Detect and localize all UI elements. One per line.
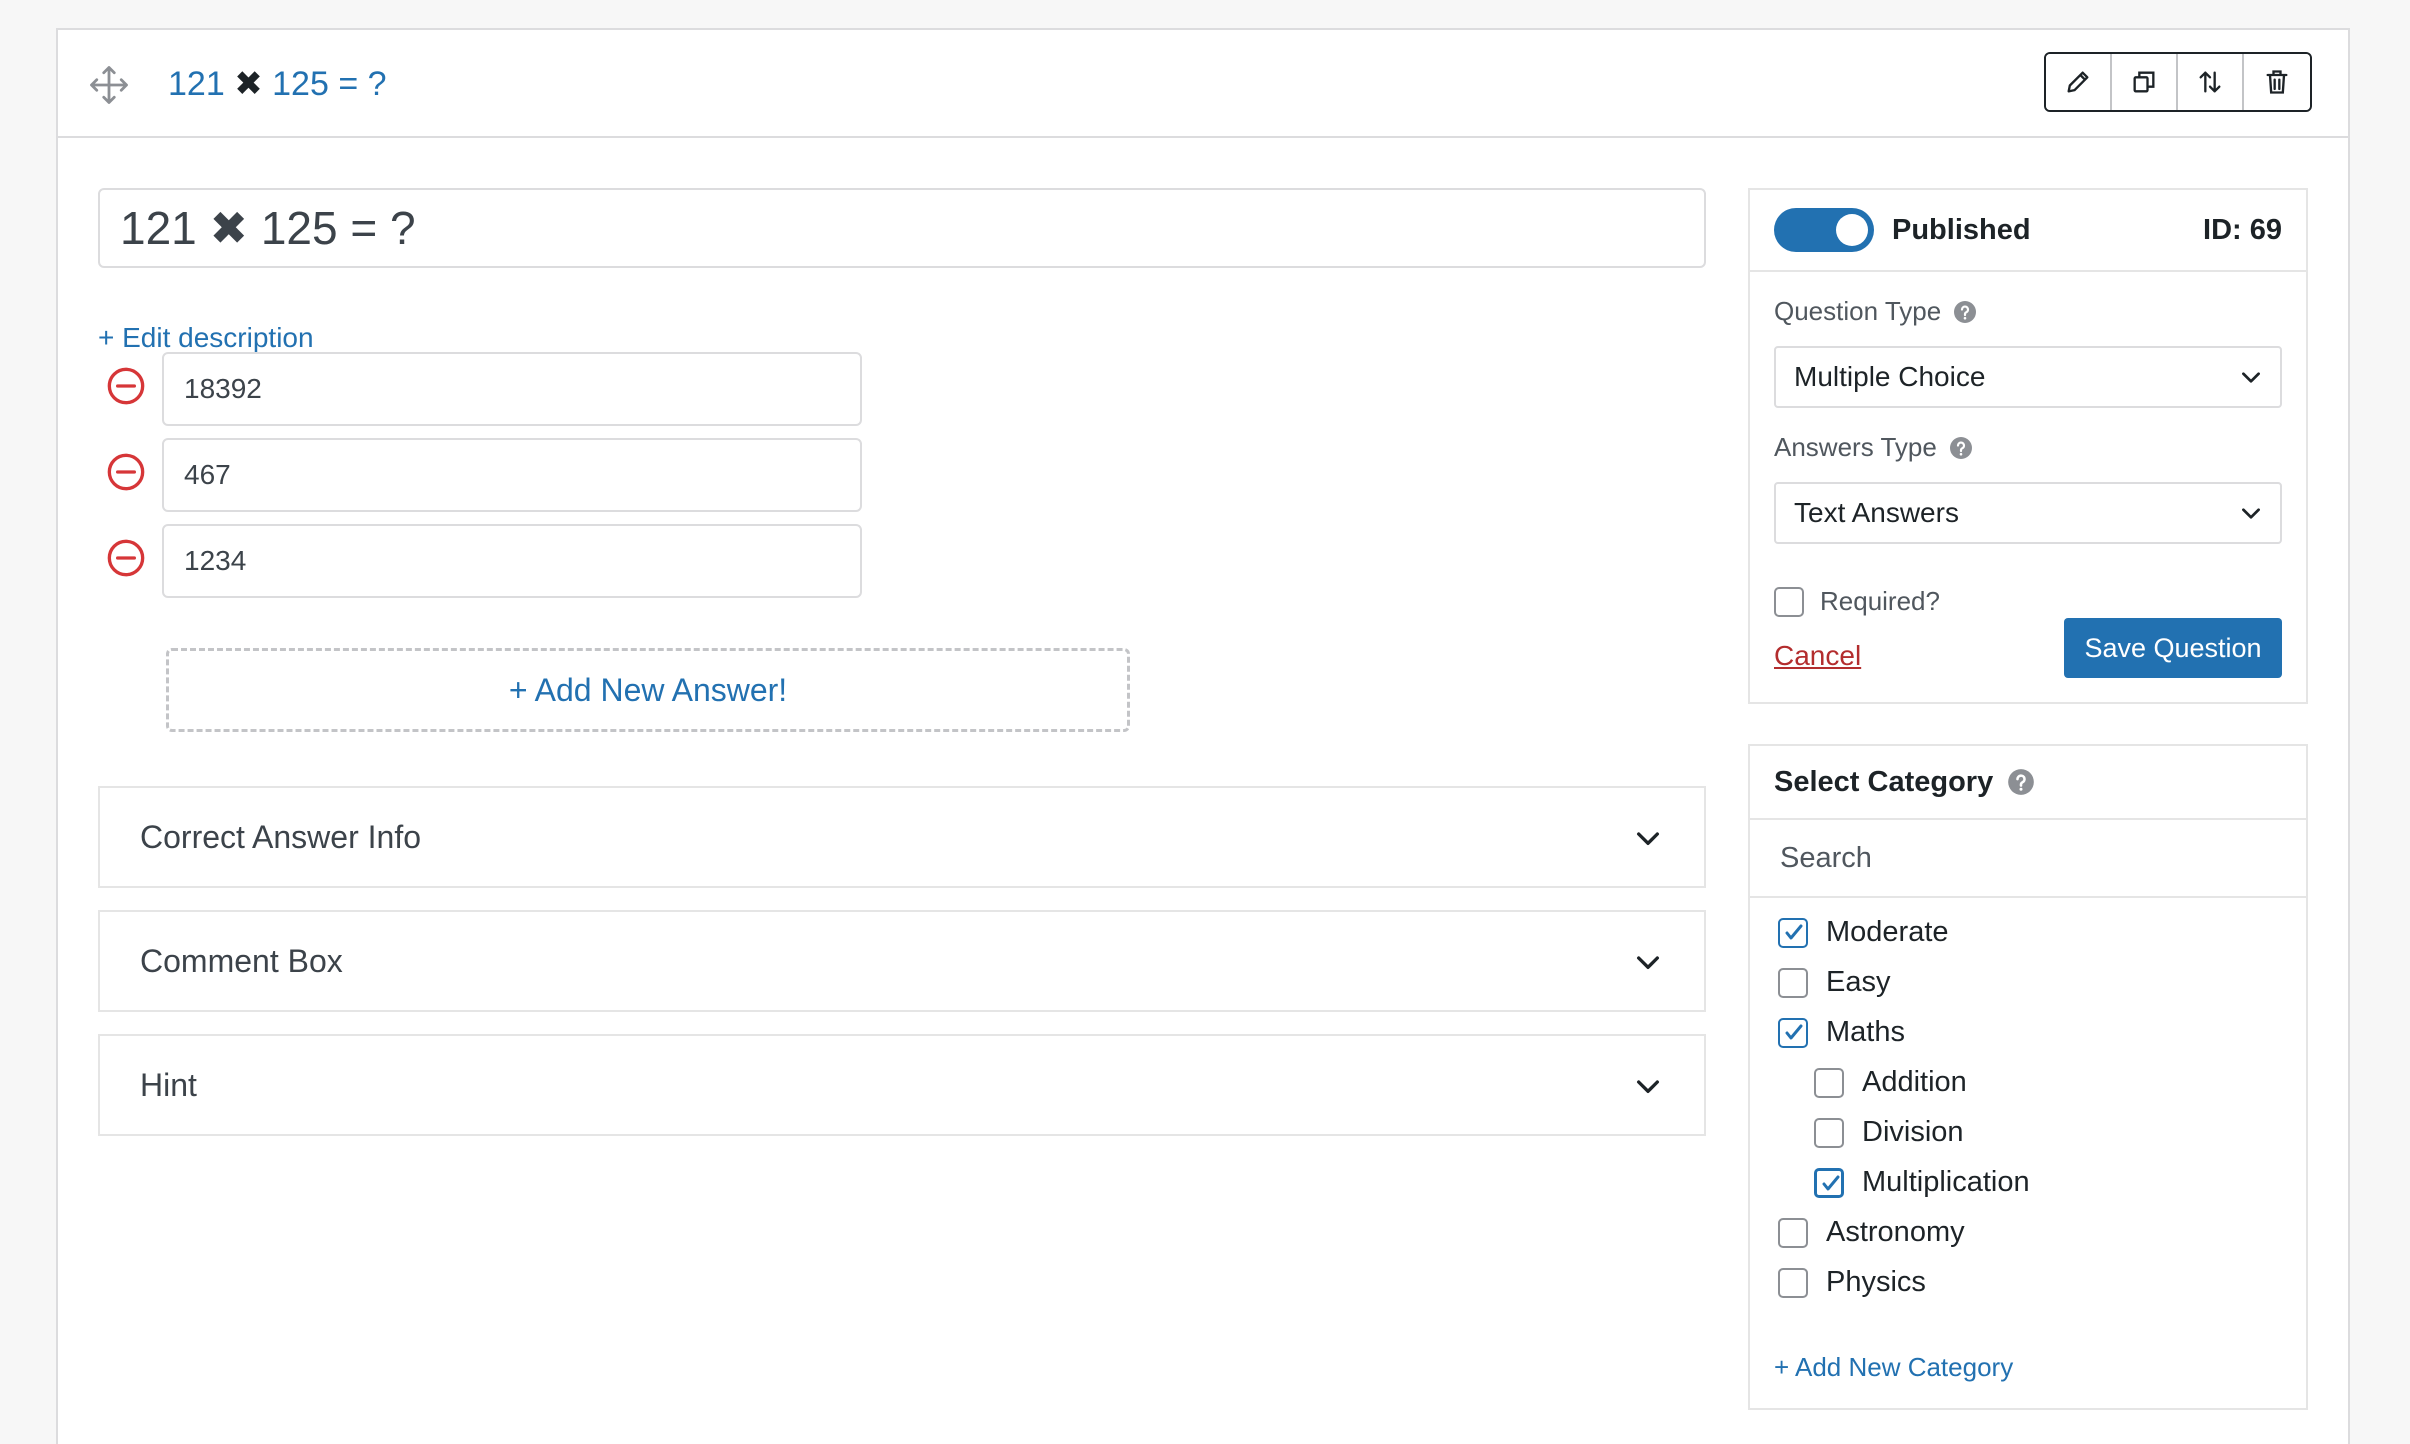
trash-icon xyxy=(2266,70,2288,94)
pencil-icon xyxy=(2067,71,2089,93)
checkmark-icon xyxy=(1785,1024,1803,1039)
remove-answer-icon[interactable] xyxy=(106,452,146,492)
help-icon[interactable] xyxy=(1953,300,1977,324)
duplicate-icon xyxy=(2133,71,2155,93)
category-checkbox[interactable] xyxy=(1814,1117,1844,1148)
category-item-maths[interactable]: Maths xyxy=(1778,1016,1905,1049)
checkmark-icon xyxy=(1822,1175,1840,1190)
delete-button[interactable] xyxy=(2244,54,2310,110)
accordion-label: Hint xyxy=(140,1066,197,1103)
category-checkbox[interactable] xyxy=(1778,917,1808,948)
question-toolbar xyxy=(2044,52,2312,112)
category-checkbox[interactable] xyxy=(1778,1217,1808,1248)
question-card: 121 ✖ 125 = ? 121 ✖ 125 = ? + Edit descr… xyxy=(56,28,2350,1444)
category-checkbox[interactable] xyxy=(1814,1067,1844,1098)
answers-type-label: Answers Type xyxy=(1774,432,1973,463)
remove-answer-icon[interactable] xyxy=(106,366,146,406)
remove-answer-icon[interactable] xyxy=(106,538,146,578)
question-type-select[interactable]: Multiple Choice xyxy=(1774,346,2282,408)
accordion-label: Comment Box xyxy=(140,942,343,979)
category-checkbox[interactable] xyxy=(1814,1167,1844,1198)
category-checkbox[interactable] xyxy=(1778,1017,1808,1048)
answer-input[interactable]: 1234 xyxy=(162,524,862,598)
answer-input[interactable]: 467 xyxy=(162,438,862,512)
category-checkbox[interactable] xyxy=(1778,967,1808,998)
answer-input[interactable]: 18392 xyxy=(162,352,862,426)
publish-panel-header: Published ID: 69 xyxy=(1750,190,2306,272)
category-label: Astronomy xyxy=(1826,1216,1965,1248)
chevron-down-icon xyxy=(1637,832,1659,845)
category-label: Maths xyxy=(1826,1016,1905,1048)
category-search-input[interactable]: Search xyxy=(1750,820,2306,898)
chevron-down-icon xyxy=(2242,372,2260,383)
question-id: ID: 69 xyxy=(2203,213,2282,246)
category-label: Easy xyxy=(1826,966,1891,998)
required-row: Required? xyxy=(1774,586,1940,617)
category-item-multiplication[interactable]: Multiplication xyxy=(1814,1166,2030,1199)
edit-description-link[interactable]: + Edit description xyxy=(98,322,314,354)
edit-button[interactable] xyxy=(2046,54,2112,110)
add-new-answer-button[interactable]: + Add New Answer! xyxy=(166,648,1130,732)
reorder-button[interactable] xyxy=(2178,54,2244,110)
add-new-category-link[interactable]: + Add New Category xyxy=(1774,1352,2013,1383)
comment-box-accordion[interactable]: Comment Box xyxy=(98,910,1706,1012)
category-title: Select Category xyxy=(1774,765,1994,798)
chevron-down-icon xyxy=(1637,956,1659,969)
publish-panel: Published ID: 69 Question Type Multiple … xyxy=(1748,188,2308,704)
category-item-physics[interactable]: Physics xyxy=(1778,1266,1926,1299)
category-panel: Select Category Search Moderate Easy Mat… xyxy=(1748,744,2308,1410)
question-type-label: Question Type xyxy=(1774,296,1977,327)
category-item-addition[interactable]: Addition xyxy=(1814,1066,1967,1099)
category-item-division[interactable]: Division xyxy=(1814,1116,1964,1149)
required-label: Required? xyxy=(1820,586,1940,616)
category-panel-header: Select Category xyxy=(1750,746,2306,820)
published-toggle[interactable] xyxy=(1774,208,1874,252)
question-title-input[interactable]: 121 ✖ 125 = ? xyxy=(98,188,1706,268)
category-checkbox[interactable] xyxy=(1778,1267,1808,1298)
answer-row: 1234 xyxy=(106,524,866,598)
category-label: Multiplication xyxy=(1862,1166,2030,1198)
category-item-easy[interactable]: Easy xyxy=(1778,966,1890,999)
answers-type-select[interactable]: Text Answers xyxy=(1774,482,2282,544)
category-label: Addition xyxy=(1862,1066,1967,1098)
reorder-icon xyxy=(2199,71,2221,93)
correct-answer-info-accordion[interactable]: Correct Answer Info xyxy=(98,786,1706,888)
category-label: Division xyxy=(1862,1116,1964,1148)
chevron-down-icon xyxy=(1637,1080,1659,1093)
published-label: Published xyxy=(1892,213,2031,246)
category-label: Physics xyxy=(1826,1266,1926,1298)
answer-row: 467 xyxy=(106,438,866,512)
category-item-astronomy[interactable]: Astronomy xyxy=(1778,1216,1965,1249)
save-question-button[interactable]: Save Question xyxy=(2064,618,2282,678)
question-header-title[interactable]: 121 ✖ 125 = ? xyxy=(168,64,387,105)
category-label: Moderate xyxy=(1826,916,1949,948)
help-icon[interactable] xyxy=(1949,436,1973,460)
hint-accordion[interactable]: Hint xyxy=(98,1034,1706,1136)
drag-move-icon[interactable] xyxy=(88,64,130,106)
category-item-moderate[interactable]: Moderate xyxy=(1778,916,1949,949)
checkmark-icon xyxy=(1785,924,1803,939)
chevron-down-icon xyxy=(2242,508,2260,519)
duplicate-button[interactable] xyxy=(2112,54,2178,110)
accordion-label: Correct Answer Info xyxy=(140,818,421,855)
help-icon[interactable] xyxy=(2007,768,2035,796)
cancel-link[interactable]: Cancel xyxy=(1774,640,1861,672)
required-checkbox[interactable] xyxy=(1774,586,1804,617)
question-card-header: 121 ✖ 125 = ? xyxy=(58,30,2348,138)
answer-row: 18392 xyxy=(106,352,866,426)
